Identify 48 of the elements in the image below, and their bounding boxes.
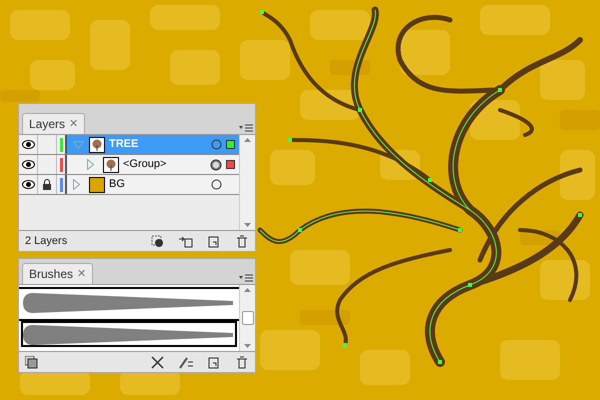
trash-icon[interactable] — [235, 234, 249, 248]
eye-icon — [22, 180, 34, 189]
layer-row[interactable]: <Group> — [67, 155, 239, 174]
new-layer-icon[interactable] — [207, 234, 221, 248]
scroll-down-arrow-icon[interactable] — [244, 223, 251, 227]
remove-stroke-icon[interactable] — [151, 356, 165, 368]
lock-icon — [42, 179, 52, 190]
scrollbar[interactable] — [239, 285, 255, 351]
target-circle-icon[interactable] — [210, 158, 222, 170]
visibility-toggle[interactable] — [19, 135, 38, 154]
scroll-up-arrow-icon[interactable] — [244, 288, 251, 292]
panel-menu-icon[interactable] — [239, 274, 253, 282]
selection-square — [226, 140, 235, 149]
trash-icon[interactable] — [235, 356, 249, 368]
layer-thumbnail — [89, 136, 105, 152]
panel-menu-icon[interactable] — [239, 124, 253, 132]
scroll-down-arrow-icon[interactable] — [244, 344, 251, 348]
brush-stroke-icon — [23, 325, 233, 345]
brush-stroke-icon — [23, 293, 233, 313]
brush-row[interactable] — [19, 319, 239, 349]
target-circle-icon[interactable] — [211, 179, 222, 190]
make-mask-icon[interactable] — [151, 234, 165, 248]
scroll-up-arrow-icon[interactable] — [244, 138, 251, 142]
layer-count: 2 Layers — [25, 234, 68, 249]
lock-toggle[interactable] — [38, 135, 57, 154]
layer-row[interactable]: BG — [67, 175, 239, 194]
new-sublayer-icon[interactable] — [179, 234, 193, 248]
close-icon[interactable]: ✕ — [69, 116, 78, 132]
panel-tab[interactable]: Layers ✕ — [22, 113, 86, 134]
visibility-toggle[interactable] — [19, 155, 38, 174]
new-brush-icon[interactable] — [207, 356, 221, 368]
scrollbar-thumb[interactable] — [242, 311, 254, 325]
layer-thumbnail — [89, 176, 105, 192]
layer-name: <Group> — [123, 157, 168, 172]
brush-library-icon[interactable] — [25, 356, 39, 368]
layer-name: BG — [109, 177, 126, 192]
eye-icon — [22, 160, 34, 169]
panel-tab[interactable]: Brushes ✕ — [22, 263, 94, 284]
lock-toggle[interactable] — [38, 155, 57, 174]
layer-thumbnail — [103, 156, 119, 172]
layer-name: TREE — [109, 137, 140, 152]
eye-icon — [22, 140, 34, 149]
brush-options-icon[interactable] — [179, 356, 193, 368]
lock-toggle[interactable] — [38, 175, 57, 194]
scrollbar[interactable] — [239, 135, 255, 230]
close-icon[interactable]: ✕ — [77, 266, 86, 282]
visibility-toggle[interactable] — [19, 175, 38, 194]
selection-square — [226, 160, 235, 169]
